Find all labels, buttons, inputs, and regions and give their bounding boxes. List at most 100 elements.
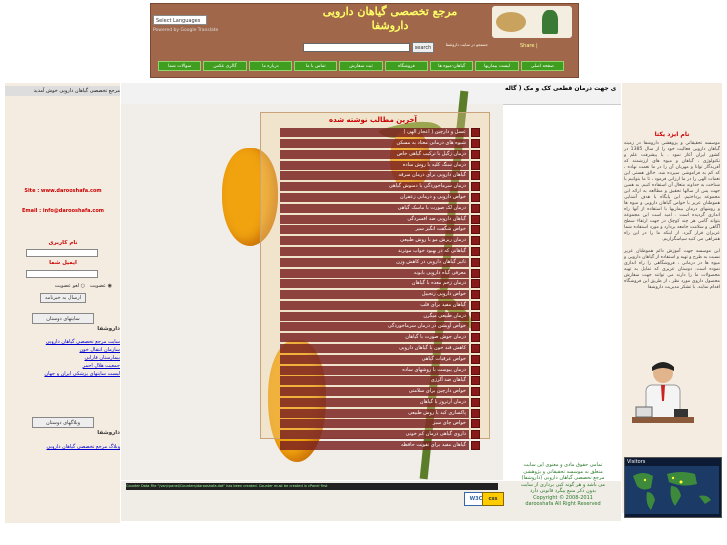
latest-post-item[interactable]: گیاهانی که در بهبود خواب موثرند (280, 246, 480, 257)
site-url[interactable]: Site : www.darooshafa.com (8, 188, 118, 194)
latest-post-item[interactable]: تاثیر گیاهان دارویی در کاهش وزن (280, 257, 480, 267)
nav-shop[interactable]: فروشگاه (384, 61, 429, 71)
latest-post-link[interactable]: داروی گیاهی درمان کم خونی (280, 430, 469, 440)
latest-post-link[interactable]: درمان سرماخوردگی با دمنوش گیاهی (280, 182, 469, 192)
latest-post-item[interactable]: گیاهان مفید برای تقویت حافظه (280, 441, 480, 451)
post-bullet-icon (471, 149, 480, 159)
friend-site-link[interactable]: سایت مرجع تخصصی گیاهان دارویی (8, 338, 120, 346)
latest-post-link[interactable]: خواص دارچین برای سلامتی (280, 387, 469, 397)
latest-post-link[interactable]: گیاهان مفید برای قلب (280, 300, 469, 310)
latest-post-item[interactable]: کاهش قند خون با گیاهان دارویی (280, 343, 480, 354)
site-logo[interactable] (492, 6, 572, 38)
nav-about[interactable]: درباره ما (248, 61, 293, 71)
latest-post-link[interactable]: گیاهان ضد آلرژی (280, 376, 469, 386)
latest-post-item[interactable]: درمان زگیل با ترکیب گیاهی خاص (280, 149, 480, 160)
subscribe-radio[interactable]: ◉ (106, 283, 112, 289)
friends-sites-button[interactable]: سایتهای دوستان (32, 313, 94, 324)
latest-post-link[interactable]: شیوه های درمانی معتاد به مسکن (280, 139, 469, 149)
latest-post-link[interactable]: کاهش قند خون با گیاهان دارویی (280, 343, 469, 353)
latest-post-item[interactable]: گیاهان مفید برای قلب (280, 300, 480, 311)
latest-post-item[interactable]: داروی گیاهی درمان کم خونی (280, 430, 480, 440)
latest-post-link[interactable]: عسل و دارچین ( اعجاز الهی ) (280, 128, 469, 138)
latest-posts-title: آخرین مطالب نوشته شده (329, 116, 417, 124)
latest-post-link[interactable]: خواص آویشن در درمان سرماخوردگی (280, 322, 469, 332)
nav-questions[interactable]: سوالات شما (158, 61, 202, 71)
unsubscribe-radio[interactable]: ○ (79, 283, 85, 289)
nav-plants[interactable]: گیاهان-میوه ها (430, 61, 474, 71)
latest-post-link[interactable]: خواص شگفت انگیز سیر (280, 225, 469, 235)
latest-post-link[interactable]: درمان زگیل با ترکیب گیاهی خاص (280, 149, 469, 159)
latest-post-link[interactable]: گیاهان دارویی ضد افسردگی (280, 214, 469, 224)
nav-diseases[interactable]: لیست بیماریها (475, 61, 519, 71)
nav-contact[interactable]: تماس با ما (294, 61, 338, 71)
latest-post-item[interactable]: خواص شگفت انگیز سیر (280, 225, 480, 235)
search-hint: جستجو در سایت داروشفا (445, 42, 488, 47)
friends-blogs-button[interactable]: وبلاگهای دوستان (32, 417, 94, 428)
latest-post-item[interactable]: خواص دارویی زنجبیل (280, 290, 480, 300)
latest-post-item[interactable]: درمان ریزش مو با روش طبیعی (280, 236, 480, 246)
search-button[interactable]: search (412, 42, 434, 53)
search-input[interactable] (303, 43, 410, 52)
latest-post-item[interactable]: خواص چای سبز (280, 419, 480, 429)
latest-post-item[interactable]: خواص آویشن در درمان سرماخوردگی (280, 322, 480, 332)
latest-post-link[interactable]: درمان یبوست با روشهای ساده (280, 365, 469, 375)
nav-order[interactable]: ثبت سفارش (339, 61, 383, 71)
latest-post-link[interactable]: خواص دارویی و درمانی زعفران (280, 193, 469, 203)
contact-email[interactable]: Email : info@darooshafa.com (8, 208, 118, 214)
latest-post-item[interactable]: خواص دارچین برای سلامتی (280, 387, 480, 397)
latest-post-link[interactable]: خواص دارویی زنجبیل (280, 290, 469, 300)
latest-post-link[interactable]: درمان لک صورت با ماسک گیاهی (280, 203, 469, 213)
latest-post-link[interactable]: درمان آرتروز با گیاهان (280, 397, 469, 407)
friend-site-link[interactable]: بیمارستان فارابی (8, 354, 121, 362)
post-bullet-icon (471, 333, 480, 343)
latest-post-item[interactable]: درمان جوش صورت با گیاهان (280, 333, 480, 343)
latest-post-item[interactable]: درمان طبیعی میگرن (280, 311, 480, 321)
latest-post-link[interactable]: درمان سنگ کلیه با روش ساده (280, 160, 469, 170)
nav-home[interactable]: صفحه اصلی (520, 61, 564, 71)
share-link[interactable]: Share | (520, 43, 538, 49)
latest-post-item[interactable]: معرفی گیاه دارویی بابونه (280, 268, 480, 278)
latest-post-link[interactable]: پاکسازی کبد با روش طبیعی (280, 408, 469, 418)
friend-site-link[interactable]: سازمان انتقال خون (8, 346, 120, 354)
latest-post-link[interactable]: درمان طبیعی میگرن (280, 311, 469, 321)
newsletter-submit-button[interactable]: ارسال به خبرنامه (40, 293, 86, 303)
friend-site-link[interactable]: لیست سایتهای پزشکی ایران و جهان (8, 370, 120, 378)
latest-post-link[interactable]: درمان ریزش مو با روش طبیعی (280, 236, 469, 246)
latest-post-link[interactable]: خواص چای سبز (280, 419, 469, 429)
latest-post-item[interactable]: پاکسازی کبد با روش طبیعی (280, 408, 480, 418)
latest-post-item[interactable]: درمان لک صورت با ماسک گیاهی (280, 203, 480, 213)
latest-post-link[interactable]: گیاهانی که در بهبود خواب موثرند (280, 246, 469, 256)
latest-post-item[interactable]: شیوه های درمانی معتاد به مسکن (280, 139, 480, 149)
latest-post-item[interactable]: عسل و دارچین ( اعجاز الهی ) (280, 128, 480, 138)
latest-post-item[interactable]: درمان یبوست با روشهای ساده (280, 365, 480, 375)
latest-post-item[interactable]: درمان آرتروز با گیاهان (280, 397, 480, 408)
username-input[interactable] (26, 249, 98, 257)
latest-post-item[interactable]: گیاهان دارویی ضد افسردگی (280, 214, 480, 224)
post-bullet-icon (471, 203, 480, 213)
latest-post-item[interactable]: خواص عرقیات گیاهی (280, 354, 480, 364)
latest-post-item[interactable]: خواص دارویی و درمانی زعفران (280, 193, 480, 203)
latest-post-item[interactable]: درمان سرماخوردگی با دمنوش گیاهی (280, 182, 480, 192)
friend-blog-link[interactable]: وبلاگ مرجع تخصصی گیاهان دارویی (8, 443, 120, 451)
post-bullet-icon (471, 182, 480, 192)
latest-post-link[interactable]: درمان جوش صورت با گیاهان (280, 333, 469, 343)
post-bullet-icon (471, 387, 480, 397)
latest-post-link[interactable]: خواص عرقیات گیاهی (280, 354, 469, 364)
latest-post-link[interactable]: تاثیر گیاهان دارویی در کاهش وزن (280, 257, 469, 267)
css-badge[interactable]: css (482, 492, 504, 506)
latest-post-link[interactable]: درمان زخم معده با گیاهان (280, 279, 469, 289)
friend-site-link[interactable]: جمعیت هلال احمر (8, 362, 120, 370)
language-select[interactable]: Select Languages (153, 15, 207, 25)
email-input[interactable] (26, 270, 98, 278)
copyright-line: darooshafa All Right Reserved (525, 501, 601, 507)
latest-post-item[interactable]: گیاهان ضد آلرژی (280, 376, 480, 386)
news-ticker[interactable]: ی جهت درمان قطعی کک و مک ( گاله (505, 85, 616, 92)
nav-gallery[interactable]: گالری عکس (203, 61, 247, 71)
latest-post-link[interactable]: گیاهان دارویی برای درمان سرفه (280, 171, 469, 181)
latest-post-link[interactable]: معرفی گیاه دارویی بابونه (280, 268, 469, 278)
latest-post-item[interactable]: درمان سنگ کلیه با روش ساده (280, 160, 480, 170)
visitors-map-widget[interactable]: Visitors (624, 457, 722, 518)
latest-post-item[interactable]: گیاهان دارویی برای درمان سرفه (280, 171, 480, 181)
latest-post-item[interactable]: درمان زخم معده با گیاهان (280, 279, 480, 289)
latest-post-link[interactable]: گیاهان مفید برای تقویت حافظه (280, 441, 469, 450)
